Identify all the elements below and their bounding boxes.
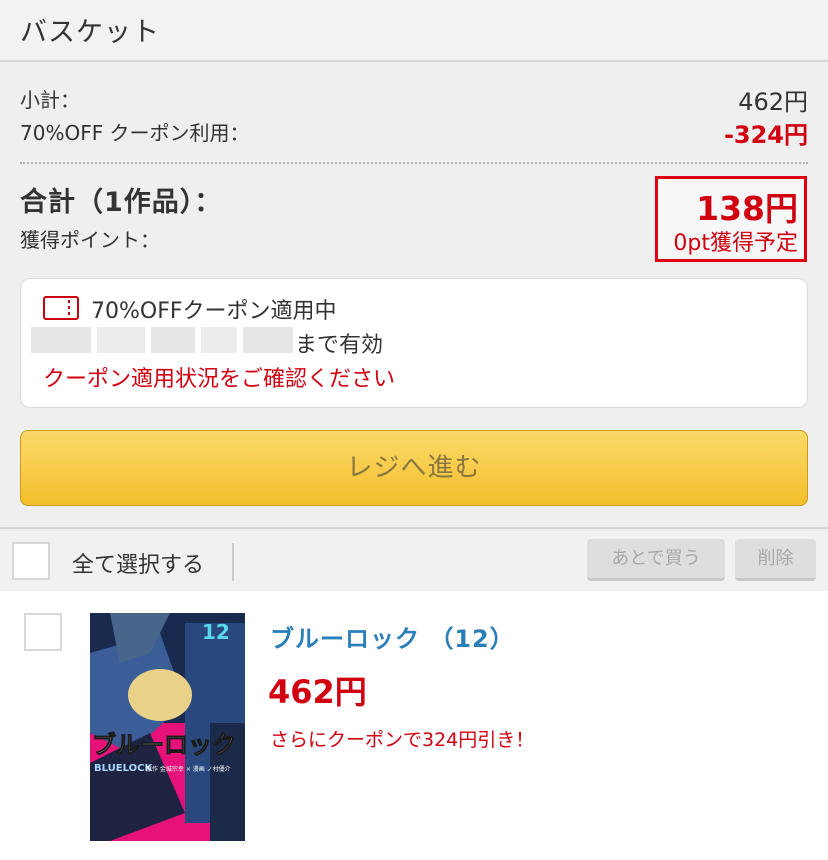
checkout-button[interactable]: レジへ進む — [20, 430, 808, 506]
select-all-label[interactable]: 全て選択する — [72, 547, 204, 579]
total-label: 合計（1作品）： — [20, 187, 223, 218]
summary-divider — [20, 162, 808, 164]
points-label: 獲得ポイント： — [20, 228, 160, 252]
cover-credits: 原作 金城宗幸 × 漫画 ノ村優介 — [146, 765, 231, 773]
bulk-action-bar: 全て選択する あとで買う 削除 — [0, 527, 828, 593]
total-amount: 138円 — [696, 189, 798, 228]
total-highlight-box: 138円 0pt獲得予定 — [655, 176, 807, 262]
coupon-expiry: まで有効 — [295, 333, 384, 358]
subtotal-label: 小計： — [20, 88, 80, 112]
item-coupon-promo: さらにクーポンで324円引き！ — [270, 729, 535, 751]
coupon-discount-label: 70%OFF クーポン利用： — [20, 121, 250, 145]
subtotal-value: 462円 — [738, 88, 808, 116]
cover-volume: 12 — [202, 620, 230, 644]
coupon-ticket-icon — [43, 296, 79, 320]
book-cover-image[interactable]: 12 ブルーロック BLUELOCK 原作 金城宗幸 × 漫画 ノ村優介 — [90, 613, 245, 841]
item-checkbox[interactable] — [24, 613, 62, 651]
coupon-status-link[interactable]: クーポン適用状況をご確認ください — [43, 361, 395, 393]
save-for-later-button[interactable]: あとで買う — [587, 539, 725, 581]
item-title-link[interactable]: ブルーロック （12） — [270, 619, 515, 654]
points-amount: 0pt獲得予定 — [673, 231, 798, 256]
basket-item: 12 ブルーロック BLUELOCK 原作 金城宗幸 × 漫画 ノ村優介 ブルー… — [0, 591, 828, 860]
header-bar: バスケット — [0, 0, 828, 62]
bar-divider — [232, 543, 234, 581]
cover-subtitle: BLUELOCK — [94, 763, 153, 774]
coupon-title: 70%OFFクーポン適用中 — [91, 299, 337, 324]
page-title: バスケット — [20, 17, 160, 48]
item-price: 462円 — [268, 673, 367, 711]
coupon-card: 70%OFFクーポン適用中 まで有効 クーポン適用状況をご確認ください — [20, 278, 808, 408]
cover-logo: ブルーロック — [92, 731, 236, 759]
coupon-discount-value: -324円 — [723, 121, 808, 149]
select-all-checkbox[interactable] — [12, 542, 50, 580]
delete-button[interactable]: 削除 — [735, 539, 816, 581]
